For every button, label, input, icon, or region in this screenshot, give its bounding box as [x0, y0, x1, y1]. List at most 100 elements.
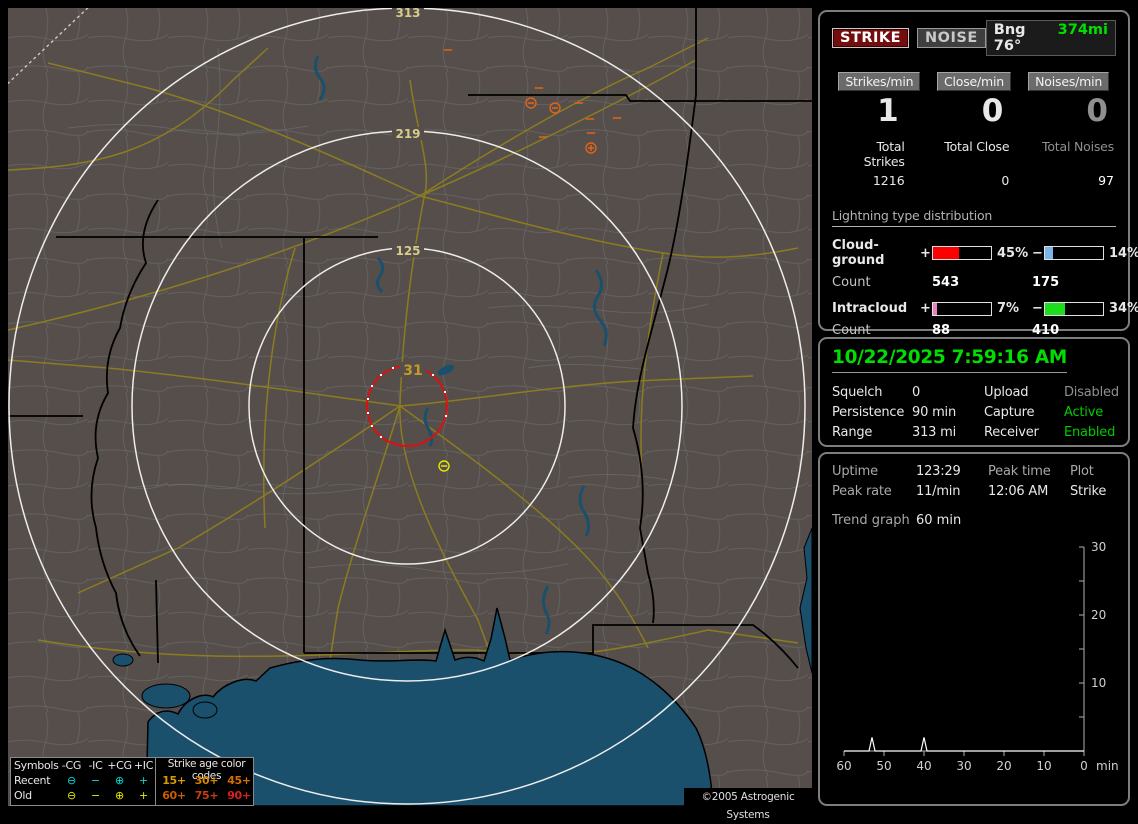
range-value: 313 mi — [912, 425, 957, 440]
squelch-label: Squelch — [832, 385, 883, 400]
legend-col-cg-neg: -CG — [61, 759, 82, 772]
trend-panel: Uptime 123:29 Peak time Plot Peak rate 1… — [818, 452, 1130, 806]
plus-sign: + — [920, 301, 931, 316]
intracloud-label: Intracloud — [832, 301, 908, 316]
legend-symbols-title: Symbols — [14, 759, 59, 772]
strike-stats-panel: STRIKE NOISE Bng 76° 374mi Strikes/min C… — [818, 10, 1138, 338]
peak-time-value: 12:06 AM — [988, 484, 1049, 499]
ic-pos-percent: 7% — [997, 301, 1020, 316]
cg-pos-count: 543 — [932, 275, 960, 290]
ic-neg-old-icon: − — [91, 789, 100, 802]
svg-text:30: 30 — [1091, 540, 1106, 554]
ic-neg-recent-icon: − — [91, 774, 100, 787]
close-per-min-value: 0 — [981, 93, 1004, 129]
nexstorm-app: { "colors": { "land": "#564e4a", "water"… — [0, 0, 1138, 821]
lake-borgne — [192, 701, 218, 719]
strike-marker-dot — [432, 374, 434, 376]
cloud-ground-label: Cloud-ground — [832, 238, 885, 268]
cg-neg-old-icon: ⊖ — [67, 789, 76, 802]
age-30: 30+ — [194, 774, 219, 787]
map-canvas: 313 219 125 31 — [8, 8, 812, 806]
receiver-status: Enabled — [1064, 425, 1116, 440]
trend-graph: 10 20 30 60 50 40 30 20 10 0 min — [836, 540, 1119, 773]
strikes-per-min-value: 1 — [877, 93, 899, 129]
noises-per-min-value: 0 — [1086, 93, 1108, 129]
ic-pos-count: 88 — [932, 323, 951, 338]
total-strikes-label: Total Strikes — [863, 139, 905, 169]
strike-marker-dot — [367, 398, 369, 400]
total-close-label: Total Close — [944, 139, 1010, 154]
copyright-text: ©2005 Astrogenic Systems — [684, 788, 812, 821]
cg-neg-recent-icon: ⊖ — [67, 774, 76, 787]
total-strikes-value: 1216 — [872, 173, 905, 188]
cg-pos-bar — [932, 246, 992, 260]
cg-pos-recent-icon: ⊕ — [115, 774, 124, 787]
trend-graph-label: Trend graph — [832, 513, 910, 528]
ic-pos-bar — [932, 301, 992, 316]
close-per-min-chip[interactable]: Close/min — [936, 72, 1012, 91]
minus-sign: − — [1032, 301, 1043, 316]
ic-neg-bar — [1044, 301, 1104, 316]
peak-rate-value: 11/min — [916, 484, 961, 499]
persistence-label: Persistence — [832, 405, 905, 420]
lake-maurepas — [112, 653, 134, 667]
noises-per-min-chip[interactable]: Noises/min — [1028, 72, 1110, 91]
ic-pos-old-icon: + — [139, 789, 148, 802]
cg-pos-old-icon: ⊕ — [115, 789, 124, 802]
ring-label-125: 125 — [395, 244, 420, 258]
distribution-title: Lightning type distribution — [832, 208, 1116, 227]
legend-row-old: Old — [14, 789, 32, 802]
uptime-label: Uptime — [832, 464, 878, 479]
cg-pos-percent: 45% — [997, 245, 1029, 261]
total-close-value: 0 — [1001, 173, 1010, 188]
strikes-per-min-chip[interactable]: Strikes/min — [838, 72, 921, 91]
legend-col-cg-pos: +CG — [107, 759, 132, 772]
lake-pontchartrain — [141, 683, 191, 709]
strike-marker-dot — [367, 412, 369, 414]
plot-label: Plot — [1070, 464, 1094, 479]
svg-text:30: 30 — [956, 759, 971, 773]
strike-marker-dot — [444, 391, 446, 393]
strike-marker-dot — [380, 436, 382, 438]
receiver-label: Receiver — [984, 425, 1039, 440]
strike-button[interactable]: STRIKE — [832, 28, 910, 48]
age-90: 90+ — [227, 789, 251, 802]
ic-neg-count: 410 — [1032, 323, 1060, 338]
persistence-value: 90 min — [912, 405, 956, 420]
strike-marker-dot — [380, 374, 382, 376]
legend-row-recent: Recent — [14, 774, 51, 787]
bearing-display: Bng 76° 374mi — [985, 20, 1116, 56]
age-75: 75+ — [194, 789, 219, 802]
bearing-distance: 374mi — [1057, 22, 1108, 38]
plot-value: Strike — [1070, 484, 1107, 499]
age-60: 60+ — [162, 789, 186, 802]
strike-marker-dot — [392, 367, 394, 369]
ic-count-label: Count — [832, 323, 871, 338]
age-15: 15+ — [162, 774, 186, 787]
ring-label-219: 219 — [395, 127, 420, 141]
svg-text:40: 40 — [916, 759, 931, 773]
capture-status: Active — [1064, 405, 1104, 420]
cg-neg-bar — [1044, 246, 1104, 260]
range-label: Range — [832, 425, 873, 440]
noise-button[interactable]: NOISE — [917, 28, 986, 48]
upload-status: Disabled — [1064, 385, 1119, 400]
svg-text:60: 60 — [836, 759, 851, 773]
minus-sign: − — [1032, 245, 1043, 261]
cg-neg-count: 175 — [1032, 275, 1060, 290]
svg-text:min: min — [1096, 759, 1119, 773]
trend-graph-value: 60 min — [916, 513, 962, 528]
svg-text:20: 20 — [996, 759, 1011, 773]
legend-col-ic-neg: -IC — [88, 759, 103, 772]
lightning-map[interactable]: 313 219 125 31 Symbols -CG -IC +CG +IC R… — [8, 8, 812, 821]
bearing-value: Bng 76° — [993, 22, 1026, 54]
age-45: 45+ — [227, 774, 251, 787]
strike-marker-dot — [445, 415, 447, 417]
ic-neg-percent: 34% — [1109, 301, 1138, 316]
svg-text:20: 20 — [1091, 608, 1106, 622]
upload-label: Upload — [984, 385, 1029, 400]
uptime-value: 123:29 — [916, 464, 961, 479]
ring-label-31: 31 — [403, 363, 422, 379]
squelch-value: 0 — [912, 385, 921, 400]
cg-neg-percent: 14% — [1109, 245, 1138, 261]
